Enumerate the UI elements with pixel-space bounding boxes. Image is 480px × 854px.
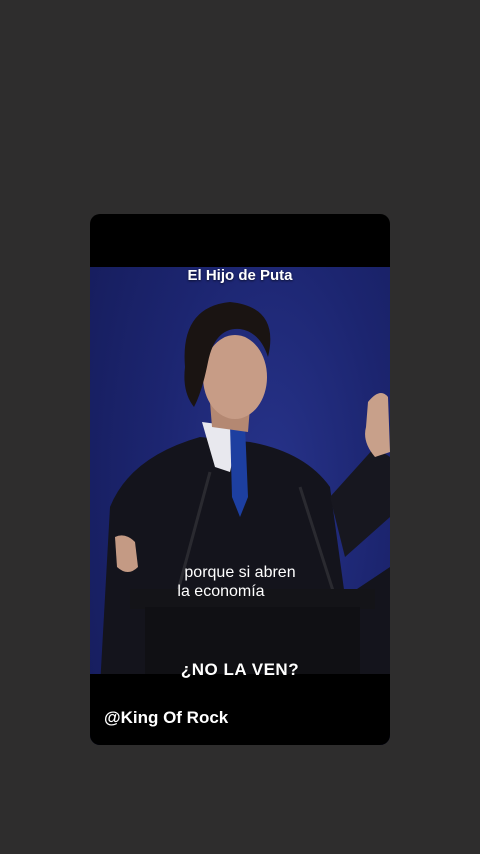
subtitle: porque si abren la economía — [90, 563, 390, 601]
author-handle[interactable]: @King Of Rock — [104, 708, 228, 728]
story-viewer: El Hijo de Puta porque si abren la econo… — [0, 0, 480, 854]
subtitle-line-2: la economía — [177, 583, 265, 600]
story-card[interactable]: El Hijo de Puta porque si abren la econo… — [90, 214, 390, 745]
top-caption: El Hijo de Puta — [187, 267, 293, 284]
headline-text: ¿NO LA VEN? — [180, 660, 300, 679]
speaker-image — [100, 302, 390, 687]
subtitle-line-1: porque si abren — [184, 564, 296, 581]
